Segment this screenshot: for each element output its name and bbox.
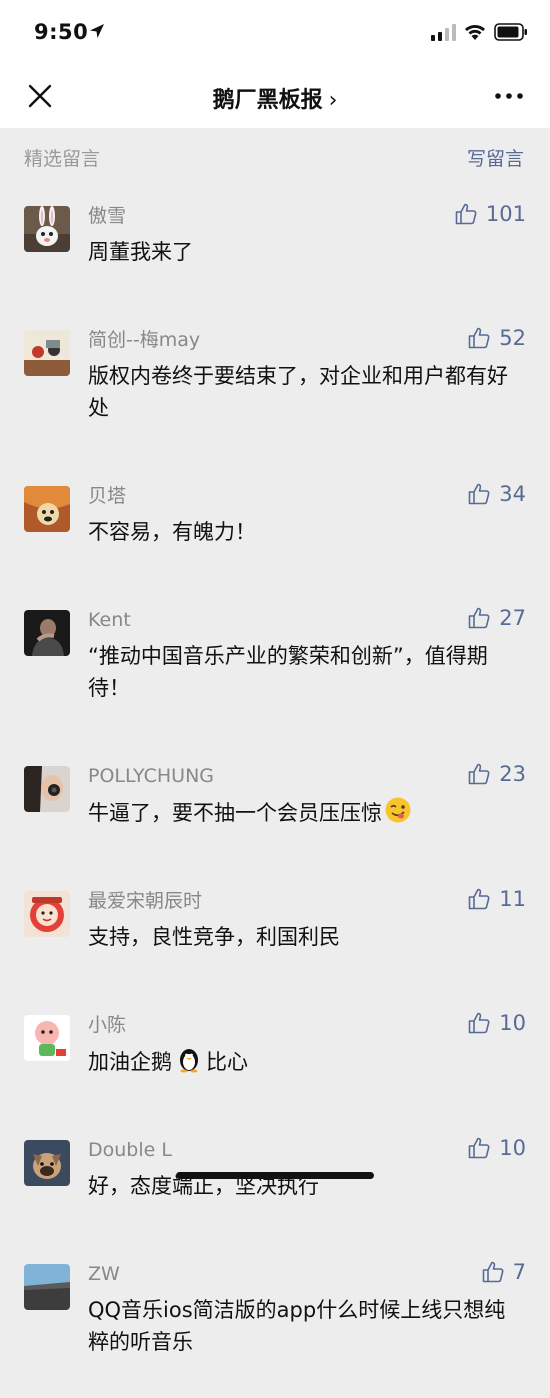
commenter-name[interactable]: Kent — [88, 608, 526, 632]
like-count: 52 — [499, 326, 526, 350]
comment-item: Kent “推动中国音乐产业的繁荣和创新”，值得期待！ 27 — [0, 588, 550, 744]
like-count: 10 — [499, 1011, 526, 1035]
thumbs-up-icon — [468, 607, 490, 629]
page-title-text: 鹅厂黑板报 — [212, 88, 323, 113]
cellular-signal-icon — [431, 24, 456, 41]
comment-item: 贝塔 不容易，有魄力！ 34 — [0, 464, 550, 588]
status-bar: 9:50 — [0, 0, 550, 64]
commenter-name[interactable]: 简创--梅may — [88, 328, 526, 352]
like-count: 27 — [499, 606, 526, 630]
thumbs-up-icon — [468, 1137, 490, 1159]
navigation-bar: 鹅厂黑板报 › — [0, 64, 550, 128]
avatar[interactable] — [24, 1140, 70, 1186]
avatar[interactable] — [24, 1015, 70, 1061]
comment-text: 版权内卷终于要结束了，对企业和用户都有好处 — [88, 364, 508, 420]
thumbs-up-icon — [468, 1012, 490, 1034]
commenter-name[interactable]: 最爱宋朝辰时 — [88, 889, 526, 913]
comment-item: 小陈 加油企鹅 比心 10 — [0, 993, 550, 1118]
like-button[interactable]: 11 — [467, 887, 526, 911]
comment-text: 牛逼了，要不抽一个会员压压惊 — [88, 796, 526, 829]
wink-tongue-emoji-icon — [385, 797, 411, 823]
avatar[interactable] — [24, 610, 70, 656]
comment-item: 简创--梅may 版权内卷终于要结束了，对企业和用户都有好处 52 — [0, 308, 550, 464]
like-count: 23 — [499, 762, 526, 786]
wifi-icon — [465, 25, 485, 40]
like-button[interactable]: 52 — [467, 326, 526, 350]
like-button[interactable]: 27 — [467, 606, 526, 630]
commenter-name[interactable]: 贝塔 — [88, 484, 526, 508]
thumbs-up-icon — [468, 483, 490, 505]
avatar[interactable] — [24, 1264, 70, 1310]
commenter-name[interactable]: POLLYCHUNG — [88, 764, 526, 788]
comment-text: 周董我来了 — [88, 240, 193, 264]
thumbs-up-icon — [468, 763, 490, 785]
avatar[interactable] — [24, 330, 70, 376]
avatar[interactable] — [24, 766, 70, 812]
comment-text: QQ音乐ios简洁版的app什么时候上线只想纯粹的听音乐 — [88, 1298, 506, 1354]
comment-item: Double L 好，态度端正，坚决执行 10 — [0, 1118, 550, 1242]
avatar[interactable] — [24, 891, 70, 937]
status-time: 9:50 — [34, 20, 89, 44]
comments-section-header: 精选留言 写留言 — [0, 128, 550, 184]
avatar[interactable] — [24, 486, 70, 532]
chevron-right-icon: › — [328, 88, 338, 113]
commenter-name[interactable]: 小陈 — [88, 1013, 526, 1037]
like-count: 10 — [499, 1136, 526, 1160]
like-count: 34 — [499, 482, 526, 506]
more-icon[interactable] — [486, 82, 532, 110]
commenter-name[interactable]: Double L — [88, 1138, 526, 1162]
comment-text: “推动中国音乐产业的繁荣和创新”，值得期待！ — [88, 644, 488, 700]
thumbs-up-icon — [455, 203, 477, 225]
like-count: 101 — [485, 202, 526, 226]
like-button[interactable]: 10 — [467, 1136, 526, 1160]
like-count: 11 — [499, 887, 526, 911]
location-arrow-icon — [90, 24, 104, 38]
comment-text-part-2: 比心 — [206, 1050, 248, 1074]
thumbs-up-icon — [482, 1261, 504, 1283]
like-button[interactable]: 23 — [467, 762, 526, 786]
thumbs-up-icon — [468, 327, 490, 349]
section-title: 精选留言 — [24, 148, 101, 170]
comment-text: 加油企鹅 比心 — [88, 1045, 526, 1078]
comment-text-content: 牛逼了，要不抽一个会员压压惊 — [88, 801, 382, 825]
avatar[interactable] — [24, 206, 70, 252]
thumbs-up-icon — [468, 888, 490, 910]
penguin-emoji-icon — [180, 1049, 198, 1073]
comment-item: 傲雪 周董我来了 101 — [0, 184, 550, 308]
like-button[interactable]: 34 — [467, 482, 526, 506]
comment-item: 最爱宋朝辰时 支持，良性竞争，利国利民 11 — [0, 869, 550, 993]
comment-text: 支持，良性竞争，利国利民 — [88, 925, 340, 949]
comment-list: 傲雪 周董我来了 101 简创--梅may 版权内卷终于要结束了，对企业和用户都… — [0, 184, 550, 1398]
commenter-name[interactable]: ZW — [88, 1262, 526, 1286]
like-button[interactable]: 7 — [481, 1260, 526, 1284]
comment-text: 不容易，有魄力！ — [88, 520, 256, 544]
comment-text-part-1: 加油企鹅 — [88, 1050, 172, 1074]
like-button[interactable]: 101 — [454, 202, 526, 226]
page-title[interactable]: 鹅厂黑板报 › — [0, 82, 550, 114]
home-indicator[interactable] — [176, 1172, 374, 1179]
battery-icon — [494, 23, 527, 41]
like-count: 7 — [512, 1260, 526, 1284]
comment-item: ZW QQ音乐ios简洁版的app什么时候上线只想纯粹的听音乐 7 — [0, 1242, 550, 1398]
comment-item: POLLYCHUNG 牛逼了，要不抽一个会员压压惊 23 — [0, 744, 550, 869]
write-comment-button[interactable]: 写留言 — [467, 144, 524, 171]
like-button[interactable]: 10 — [467, 1011, 526, 1035]
